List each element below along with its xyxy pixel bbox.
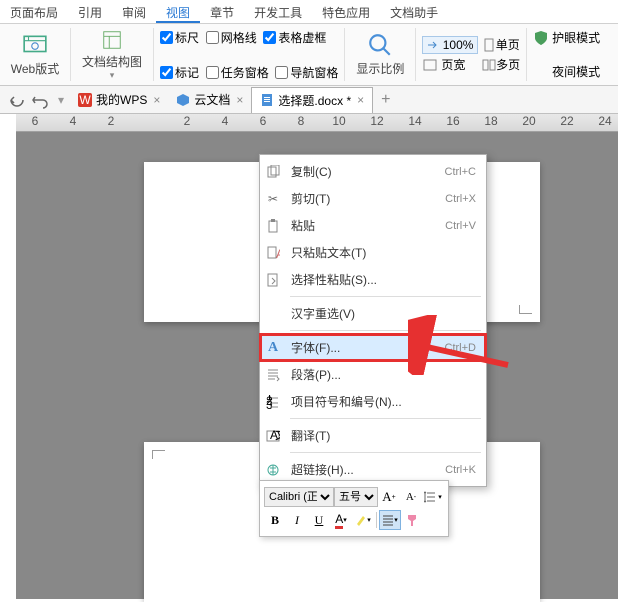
highlight-button[interactable]: ▾ [352, 510, 374, 530]
paragraph-icon [265, 367, 281, 383]
magnifier-icon [367, 32, 393, 58]
multi-page-icon [482, 58, 496, 72]
page-width-icon [422, 57, 438, 73]
highlight-icon [355, 514, 367, 526]
mini-toolbar: Calibri (正 五号 A+ A- ▾ B I U A▾ ▾ ▾ [259, 480, 449, 537]
taskpane-checkbox[interactable] [206, 66, 219, 79]
single-page-button[interactable]: 单页 [496, 36, 520, 53]
line-spacing-icon [424, 490, 438, 504]
web-view-button[interactable]: Web版式 [6, 29, 64, 81]
zoom-ratio-button[interactable]: 显示比例 [351, 29, 409, 81]
ribbon-tabs: 页面布局 引用 审阅 视图 章节 开发工具 特色应用 文档助手 [0, 0, 618, 24]
cube-icon [176, 93, 190, 107]
zoom-arrow-icon [427, 39, 439, 51]
shield-icon [533, 30, 549, 46]
underline-button[interactable]: U [308, 510, 330, 530]
copy-icon [265, 164, 281, 180]
tab-chapter[interactable]: 章节 [200, 0, 244, 23]
tab-reference[interactable]: 引用 [68, 0, 112, 23]
svg-text:W: W [79, 93, 91, 107]
shrink-font-button[interactable]: A- [400, 487, 422, 507]
menu-font[interactable]: A字体(F)...Ctrl+D [260, 334, 486, 361]
grow-font-button[interactable]: A+ [378, 487, 400, 507]
markup-checkbox[interactable] [160, 66, 173, 79]
tablegrid-checkbox[interactable] [263, 31, 276, 44]
scissors-icon: ✂ [265, 191, 281, 207]
font-color-button[interactable]: A▾ [330, 510, 352, 530]
font-select[interactable]: Calibri (正 [264, 487, 334, 507]
bold-button[interactable]: B [264, 510, 286, 530]
doc-tab-bar: ▾ W我的WPS× 云文档× 选择题.docx *× + [0, 86, 618, 114]
tab-cloud[interactable]: 云文档× [168, 87, 251, 113]
menu-paragraph[interactable]: 段落(P)... [260, 361, 486, 388]
tab-layout[interactable]: 页面布局 [0, 0, 68, 23]
menu-paste[interactable]: 粘贴Ctrl+V [260, 212, 486, 239]
size-select[interactable]: 五号 [334, 487, 378, 507]
back-icon[interactable] [7, 91, 25, 109]
translate-icon: A文 [265, 428, 281, 444]
menu-reselect[interactable]: 汉字重选(V) [260, 300, 486, 327]
font-a-icon: A [265, 340, 281, 356]
single-page-icon [482, 38, 496, 52]
doc-struct-icon [99, 29, 125, 51]
menu-hyperlink[interactable]: 超链接(H)...Ctrl+K [260, 456, 486, 483]
page-width-button[interactable]: 页宽 [441, 56, 465, 73]
align-icon [382, 514, 394, 526]
doc-struct-button[interactable]: 文档结构图▾ [77, 29, 147, 81]
web-view-icon [22, 32, 48, 58]
format-painter-button[interactable] [401, 510, 423, 530]
svg-text:文: 文 [275, 429, 280, 442]
undo-icon[interactable] [31, 91, 49, 109]
svg-text:A: A [276, 247, 280, 260]
menu-copy[interactable]: 复制(C)Ctrl+C [260, 158, 486, 185]
tab-mywps[interactable]: W我的WPS× [70, 87, 168, 113]
doc-icon [260, 93, 274, 107]
tab-view[interactable]: 视图 [156, 0, 200, 23]
tab-special[interactable]: 特色应用 [312, 0, 380, 23]
ribbon: Web版式 文档结构图▾ 标尺 网格线 表格虚框 标记 任务窗格 导航窗格 显示… [0, 24, 618, 86]
close-icon[interactable]: × [153, 93, 160, 107]
navpane-checkbox[interactable] [275, 66, 288, 79]
night-button[interactable]: 夜间模式 [533, 62, 600, 80]
link-icon [265, 462, 281, 478]
close-icon[interactable]: × [357, 93, 364, 107]
multi-page-button[interactable]: 多页 [496, 56, 520, 73]
add-tab-button[interactable]: + [373, 91, 398, 109]
ruler[interactable]: 64224681012141618202224 [16, 114, 618, 132]
italic-button[interactable]: I [286, 510, 308, 530]
eyecare-button[interactable]: 护眼模式 [533, 29, 600, 47]
tab-devtools[interactable]: 开发工具 [244, 0, 312, 23]
tab-active-doc[interactable]: 选择题.docx *× [251, 87, 373, 113]
brush-icon [405, 513, 419, 527]
menu-cut[interactable]: ✂剪切(T)Ctrl+X [260, 185, 486, 212]
zoom-100-button[interactable]: 100% [422, 36, 478, 54]
gridlines-checkbox[interactable] [206, 31, 219, 44]
tab-assistant[interactable]: 文档助手 [380, 0, 448, 23]
paste-text-icon: A [265, 245, 281, 261]
menu-paste-special[interactable]: 选择性粘贴(S)... [260, 266, 486, 293]
wps-icon: W [78, 93, 92, 107]
close-icon[interactable]: × [236, 93, 243, 107]
align-justify-button[interactable]: ▾ [379, 510, 401, 530]
paste-special-icon [265, 272, 281, 288]
tab-review[interactable]: 审阅 [112, 0, 156, 23]
line-spacing-button[interactable]: ▾ [422, 487, 444, 507]
context-menu: 复制(C)Ctrl+C ✂剪切(T)Ctrl+X 粘贴Ctrl+V A只粘贴文本… [259, 154, 487, 487]
menu-paste-text[interactable]: A只粘贴文本(T) [260, 239, 486, 266]
menu-bullets[interactable]: 123项目符号和编号(N)... [260, 388, 486, 415]
moon-icon [533, 63, 549, 79]
menu-translate[interactable]: A文翻译(T) [260, 422, 486, 449]
ruler-checkbox[interactable] [160, 31, 173, 44]
bullets-icon: 123 [265, 394, 281, 410]
clipboard-icon [265, 218, 281, 234]
